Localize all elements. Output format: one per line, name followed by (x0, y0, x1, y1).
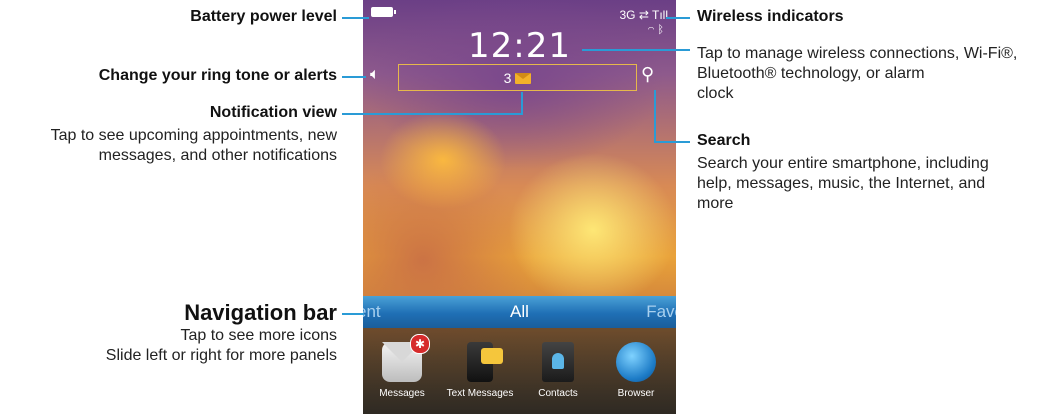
text-messages-icon (467, 342, 503, 382)
app-messages[interactable]: ✱ Messages (363, 334, 441, 399)
app-label: Contacts (538, 388, 578, 399)
desc-line: Tap to see upcoming appointments, new (50, 127, 337, 144)
desc-line: clock (697, 85, 734, 102)
callout-navbar-desc: Tap to see more icons Slide left or righ… (0, 326, 337, 366)
app-text-messages[interactable]: Text Messages (441, 342, 519, 399)
callout-line (521, 92, 523, 114)
envelope-icon: ✱ (382, 334, 430, 382)
callout-line (654, 90, 656, 142)
globe-icon (616, 342, 656, 382)
navigation-bar[interactable]: ent All Favo (363, 296, 676, 328)
app-contacts[interactable]: Contacts (519, 342, 597, 399)
app-label: Messages (379, 388, 425, 399)
app-label: Text Messages (446, 388, 514, 399)
callout-notification-desc: Tap to see upcoming appointments, new me… (0, 126, 337, 166)
desc-line: more (697, 195, 734, 212)
clock-display[interactable]: 12:21 (363, 26, 676, 66)
app-dock: ✱ Messages Text Messages Contacts Browse… (363, 328, 676, 414)
search-icon[interactable]: ⚲ (641, 64, 654, 85)
callout-ringtone-title: Change your ring tone or alerts (98, 67, 337, 84)
callout-line (582, 49, 690, 51)
callout-notification-title: Notification view (209, 104, 337, 121)
callout-line (654, 141, 690, 143)
phone-home-screen: 3G ⇄ Tıll ◠ ᛒ 12:21 🔈︎ 3 ⚲ ent All Favo … (363, 0, 676, 414)
desc-line: help, messages, music, the Internet, and (697, 175, 986, 192)
callout-line (342, 17, 369, 19)
new-item-badge: ✱ (410, 334, 430, 354)
callout-search-title: Search (697, 132, 751, 149)
desc-line: Slide left or right for more panels (105, 347, 337, 364)
notification-bar[interactable]: 3 (398, 64, 637, 91)
callout-line (666, 17, 690, 19)
data-arrows-icon: ⇄ (638, 8, 649, 22)
desc-line: messages, and other notifications (98, 147, 337, 164)
callout-line (342, 113, 523, 115)
callout-search-desc: Search your entire smartphone, including… (697, 154, 989, 214)
callout-navbar-title: Navigation bar (184, 300, 337, 325)
network-type-label: 3G (619, 8, 636, 22)
desc-line: Tap to manage wireless connections, Wi-F… (697, 45, 1018, 62)
battery-icon (371, 7, 396, 17)
nav-panel-current[interactable]: All (363, 302, 676, 322)
callout-line (342, 76, 366, 78)
nav-panel-next[interactable]: Favo (646, 302, 676, 322)
app-browser[interactable]: Browser (597, 342, 675, 399)
speaker-icon[interactable]: 🔈︎ (370, 66, 380, 84)
desc-line: Search your entire smartphone, including (697, 155, 989, 172)
callout-wireless-desc: Tap to manage wireless connections, Wi-F… (697, 44, 1017, 104)
callout-line (342, 313, 364, 315)
wireless-indicators[interactable]: 3G ⇄ Tıll (619, 8, 668, 22)
app-label: Browser (617, 388, 655, 399)
new-message-icon (515, 73, 532, 84)
notification-count: 3 (503, 70, 512, 86)
desc-line: Bluetooth® technology, or alarm (697, 65, 925, 82)
desc-line: Tap to see more icons (180, 327, 337, 344)
contacts-icon (542, 342, 574, 382)
callout-wireless-title: Wireless indicators (697, 8, 844, 25)
callout-battery-title: Battery power level (190, 8, 337, 25)
signal-strength-icon: Tıll (652, 8, 668, 22)
